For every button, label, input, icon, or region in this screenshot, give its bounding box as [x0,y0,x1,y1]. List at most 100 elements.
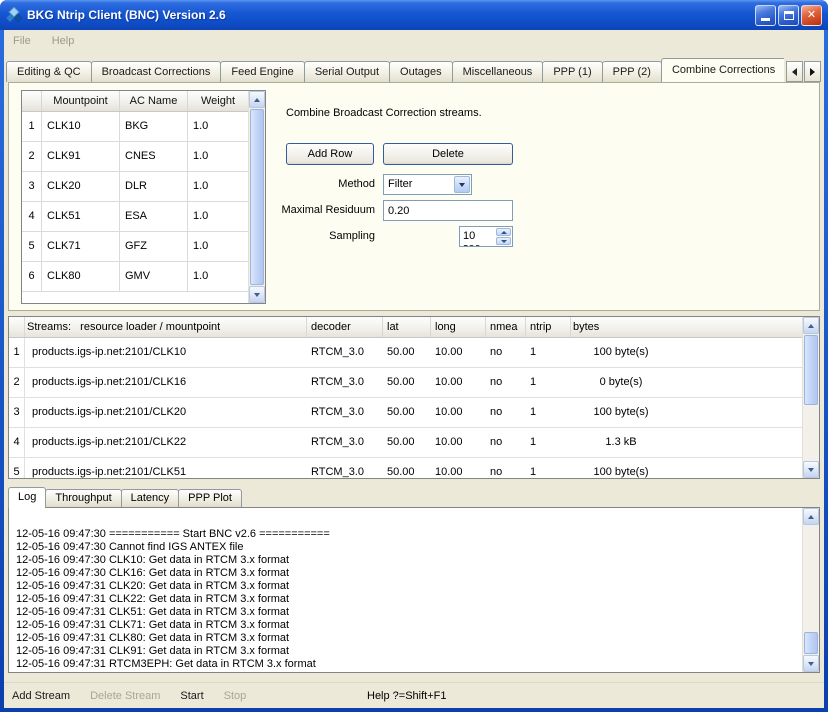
down-arrow-icon [808,662,814,666]
col-header-ac-name[interactable]: AC Name [120,91,188,111]
maximize-button[interactable] [778,5,799,26]
row-number: 6 [22,262,42,292]
cell-nmea: no [486,368,526,397]
tab-combine-corrections[interactable]: Combine Corrections [661,58,784,82]
col-header-lat[interactable]: lat [383,317,431,337]
tab-log[interactable]: Log [8,487,46,508]
minimize-button[interactable] [755,5,776,26]
menu-help[interactable]: Help [52,35,75,47]
tab-feed-engine[interactable]: Feed Engine [220,61,304,82]
cell-long: 10.00 [431,368,486,397]
cell-mountpoint[interactable]: CLK10 [42,112,120,142]
tab-ppp-plot[interactable]: PPP Plot [178,489,242,507]
up-arrow-icon [501,231,507,234]
cell-weight[interactable]: 1.0 [188,262,248,292]
cell-decoder: RTCM_3.0 [307,368,383,397]
corner-header-cell [22,91,42,111]
col-header-nmea[interactable]: nmea [486,317,526,337]
stream-row[interactable]: 3products.igs-ip.net:2101/CLK20RTCM_3.05… [9,398,819,428]
close-button[interactable]: ✕ [801,5,822,26]
action-add-stream[interactable]: Add Stream [12,690,70,702]
scroll-up-button[interactable] [803,508,819,525]
maximal-residuum-input[interactable] [383,200,513,221]
combine-table-header: Mountpoint AC Name Weight [22,91,265,112]
col-header-mountpoint[interactable]: Mountpoint [42,91,120,111]
cell-ac-name[interactable]: CNES [120,142,188,172]
col-header-bytes[interactable]: bytes [571,317,819,337]
combine-table-scrollbar[interactable] [248,91,265,303]
down-arrow-icon [254,293,260,297]
combine-table-row: 1CLK10BKG1.0 [22,112,265,142]
tab-scroll-left-button[interactable] [786,61,803,82]
close-icon: ✕ [807,10,816,21]
cell-ac-name[interactable]: GMV [120,262,188,292]
cell-weight[interactable]: 1.0 [188,112,248,142]
tab-serial-output[interactable]: Serial Output [304,61,390,82]
cell-long: 10.00 [431,458,486,479]
title-bar[interactable]: BKG Ntrip Client (BNC) Version 2.6 ✕ [0,0,828,30]
scroll-thumb[interactable] [804,632,818,654]
up-arrow-icon [808,515,814,519]
streams-table-body: 1products.igs-ip.net:2101/CLK10RTCM_3.05… [9,338,819,479]
col-header-long[interactable]: long [431,317,486,337]
tab-scroll-buttons [785,61,821,82]
stream-row[interactable]: 4products.igs-ip.net:2101/CLK22RTCM_3.05… [9,428,819,458]
scroll-thumb[interactable] [804,335,818,405]
cell-mountpoint[interactable]: CLK80 [42,262,120,292]
scroll-thumb[interactable] [250,109,264,285]
tab-ppp-2[interactable]: PPP (2) [602,61,662,82]
tab-miscellaneous[interactable]: Miscellaneous [452,61,544,82]
row-number: 1 [9,338,25,367]
method-select[interactable]: Filter [383,174,472,195]
cell-ac-name[interactable]: ESA [120,202,188,232]
add-row-button[interactable]: Add Row [286,143,374,165]
cell-lat: 50.00 [383,368,431,397]
tab-outages[interactable]: Outages [389,61,453,82]
log-line: 12-05-16 09:47:31 CLK91: Get data in RTC… [16,645,799,658]
cell-ac-name[interactable]: GFZ [120,232,188,262]
tab-ppp-1[interactable]: PPP (1) [542,61,602,82]
col-header-streams[interactable]: Streams: resource loader / mountpoint [25,317,307,337]
tab-editing-qc[interactable]: Editing & QC [6,61,92,82]
scroll-up-button[interactable] [249,91,265,108]
tab-throughput[interactable]: Throughput [45,489,121,507]
sampling-spinbox[interactable]: 10 sec [459,226,513,247]
scroll-down-button[interactable] [803,655,819,672]
spin-down-button[interactable] [496,237,511,245]
cell-nmea: no [486,458,526,479]
cell-ac-name[interactable]: BKG [120,112,188,142]
tab-broadcast-corrections[interactable]: Broadcast Corrections [91,61,222,82]
scroll-down-button[interactable] [803,461,819,478]
col-header-ntrip[interactable]: ntrip [526,317,571,337]
tab-latency[interactable]: Latency [121,489,180,507]
bottom-tab-bar: LogThroughputLatencyPPP Plot [8,487,242,507]
cell-mountpoint[interactable]: CLK91 [42,142,120,172]
action-delete-stream: Delete Stream [90,690,160,702]
log-line: 12-05-16 09:47:31 RTCM3EPH: Get data in … [16,658,799,671]
minimize-icon [761,18,770,21]
scroll-down-button[interactable] [249,286,265,303]
cell-mountpoint[interactable]: CLK51 [42,202,120,232]
menu-file[interactable]: File [13,35,31,47]
streams-scrollbar[interactable] [802,317,819,478]
streams-table-header: Streams: resource loader / mountpoint de… [9,317,819,338]
stream-row[interactable]: 1products.igs-ip.net:2101/CLK10RTCM_3.05… [9,338,819,368]
action-start[interactable]: Start [180,690,203,702]
cell-weight[interactable]: 1.0 [188,142,248,172]
method-selected-value: Filter [384,175,453,194]
tab-scroll-right-button[interactable] [804,61,821,82]
log-scrollbar[interactable] [802,508,819,672]
spin-up-button[interactable] [496,228,511,236]
col-header-weight[interactable]: Weight [188,91,248,111]
cell-ac-name[interactable]: DLR [120,172,188,202]
dropdown-button[interactable] [454,176,470,193]
stream-row[interactable]: 5products.igs-ip.net:2101/CLK51RTCM_3.05… [9,458,819,479]
stream-row[interactable]: 2products.igs-ip.net:2101/CLK16RTCM_3.05… [9,368,819,398]
cell-mountpoint[interactable]: CLK71 [42,232,120,262]
delete-button[interactable]: Delete [383,143,513,165]
row-number: 2 [9,368,25,397]
cell-mountpoint[interactable]: CLK20 [42,172,120,202]
scroll-up-button[interactable] [803,317,819,334]
combine-description: Combine Broadcast Correction streams. [286,107,482,119]
col-header-decoder[interactable]: decoder [307,317,383,337]
